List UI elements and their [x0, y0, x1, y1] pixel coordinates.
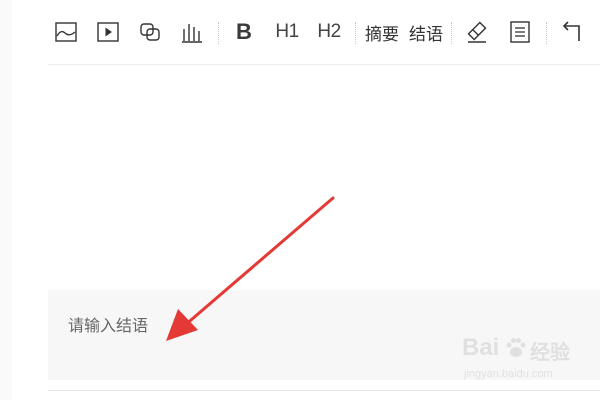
- heading1-button[interactable]: H1: [272, 12, 302, 52]
- insert-link-button[interactable]: [136, 12, 164, 52]
- toolbar-divider: [451, 22, 452, 44]
- clear-format-button[interactable]: [463, 12, 491, 52]
- video-icon: [97, 22, 119, 42]
- heading2-button[interactable]: H2: [314, 12, 344, 52]
- editor-toolbar: B H1 H2 摘要 结语: [48, 12, 600, 54]
- heading2-label: H2: [317, 21, 341, 42]
- summary-button[interactable]: 摘要: [364, 12, 400, 52]
- conclusion-button[interactable]: 结语: [408, 12, 444, 52]
- watermark-brand: Bai: [462, 334, 500, 361]
- bottom-divider-line: [48, 390, 600, 391]
- toolbar-divider: [355, 22, 356, 44]
- toolbar-divider: [218, 22, 219, 44]
- baidu-jingyan-watermark: Bai 经验 jingyan.baidu.com: [458, 332, 578, 388]
- conclusion-placeholder: 请输入结语: [68, 316, 149, 335]
- paragraph-format-button[interactable]: [506, 12, 534, 52]
- left-gutter: [0, 0, 12, 400]
- insert-image-button[interactable]: [52, 12, 80, 52]
- summary-label: 摘要: [365, 24, 399, 45]
- undo-button[interactable]: [556, 12, 586, 52]
- watermark-brand-suffix: 经验: [530, 340, 570, 364]
- editor-content-area[interactable]: [48, 65, 600, 290]
- paragraph-icon: [510, 21, 530, 43]
- insert-video-button[interactable]: [94, 12, 122, 52]
- chart-icon: [182, 24, 202, 43]
- image-icon: [55, 22, 77, 42]
- paw-icon: [506, 338, 526, 357]
- insert-chart-button[interactable]: [178, 12, 206, 52]
- watermark-url: jingyan.baidu.com: [464, 368, 553, 380]
- bold-button[interactable]: B: [230, 12, 258, 52]
- bold-label: B: [236, 19, 252, 44]
- conclusion-label: 结语: [409, 24, 443, 45]
- eraser-icon: [467, 21, 487, 43]
- undo-icon: [562, 21, 580, 41]
- link-icon: [140, 23, 160, 41]
- toolbar-divider: [546, 22, 547, 44]
- heading1-label: H1: [275, 21, 299, 42]
